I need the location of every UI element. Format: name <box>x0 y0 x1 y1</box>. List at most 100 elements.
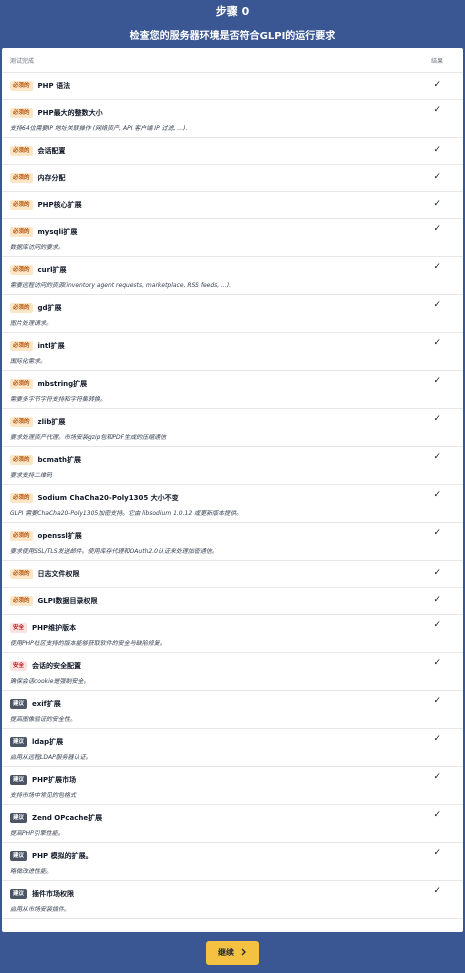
requirement-description: GLPI 需要ChaCha20-Poly1305加密支持。它由 libsodiu… <box>10 510 243 517</box>
footer: 继续 <box>0 932 465 973</box>
requirement-name: intl扩展 <box>37 342 65 350</box>
row-title: 必须的 openssl扩展 <box>10 523 455 543</box>
required-badge: 必须的 <box>10 200 33 210</box>
required-badge: 必须的 <box>10 596 33 606</box>
requirement-name: PHP 模拟的扩展。 <box>32 852 93 860</box>
security-badge: 安全 <box>10 623 28 633</box>
required-badge: 必须的 <box>10 227 33 237</box>
check-icon: ✓ <box>433 145 441 155</box>
check-icon: ✓ <box>433 886 441 896</box>
requirement-description: 提高PHP引擎性能。 <box>10 830 64 837</box>
check-icon: ✓ <box>433 620 441 630</box>
check-icon: ✓ <box>433 80 441 90</box>
check-icon: ✓ <box>433 338 441 348</box>
required-badge: 必须的 <box>10 493 33 503</box>
check-icon: ✓ <box>433 172 441 182</box>
requirement-description: 图片处理请求。 <box>10 320 53 327</box>
requirement-name: Zend OPcache扩展 <box>32 814 103 822</box>
requirement-description: 要求使用SSL/TLS发送邮件。使用库存代理和OAuth2.0认证来处理加密通信… <box>10 548 218 555</box>
row-title: 必须的 内存分配 <box>10 165 455 191</box>
requirement-name: openssl扩展 <box>37 532 82 540</box>
row-title: 建议 Zend OPcache扩展 <box>10 805 455 825</box>
check-icon: ✓ <box>433 595 441 605</box>
required-badge: 必须的 <box>10 108 33 118</box>
requirement-name: exif扩展 <box>32 700 61 708</box>
requirement-description: 需要多字节字符支持和字符集转换。 <box>10 396 107 403</box>
required-badge: 必须的 <box>10 417 33 427</box>
suggested-badge: 建议 <box>10 813 28 823</box>
table-row: 建议 exif扩展 提高图像验证的安全性。 ✓ <box>2 691 463 729</box>
check-icon: ✓ <box>433 568 441 578</box>
table-row: 必须的 intl扩展 国际化需求。 ✓ <box>2 333 463 371</box>
required-badge: 必须的 <box>10 341 33 351</box>
row-title: 安全 PHP维护版本 <box>10 615 455 635</box>
table-row: 必须的 openssl扩展要求使用SSL/TLS发送邮件。使用库存代理和OAuth… <box>2 523 463 561</box>
row-title: 必须的 PHP核心扩展 <box>10 192 455 218</box>
row-title: 建议 PHP 模拟的扩展。 <box>10 843 455 863</box>
requirement-name: 日志文件权限 <box>37 570 80 578</box>
table-row: 必须的 gd扩展 图片处理请求。 ✓ <box>2 295 463 333</box>
row-title: 建议 PHP扩展市场 <box>10 767 455 787</box>
table-row: 必须的 zlib扩展 要求处理资产代理。市场安装gzip包和PDF生成的压缩通信 ✓ <box>2 409 463 447</box>
column-header-result: 结果 <box>430 57 443 65</box>
row-title: 必须的 PHP 语法 <box>10 73 455 99</box>
requirement-description: 提高图像验证的安全性。 <box>10 716 77 723</box>
requirement-name: PHP扩展市场 <box>32 776 77 784</box>
check-icon: ✓ <box>433 262 441 272</box>
requirement-name: mysqli扩展 <box>37 228 78 236</box>
table-row: 必须的 PHP 语法 ✓ <box>2 73 463 100</box>
table-row: 建议 PHP 模拟的扩展。略微改进性能。 ✓ <box>2 843 463 881</box>
continue-button[interactable]: 继续 <box>206 940 259 965</box>
table-row: 必须的 Sodium ChaCha20-Poly1305 大小不变 GLPI 需要C… <box>2 485 463 523</box>
row-title: 必须的 intl扩展 <box>10 333 455 353</box>
requirement-name: zlib扩展 <box>37 418 66 426</box>
table-row: 建议 ldap扩展 启用从远程LDAP服务器认证。 ✓ <box>2 729 463 767</box>
requirement-description: 要求支持二维码 <box>10 472 53 479</box>
required-badge: 必须的 <box>10 379 33 389</box>
requirement-description: 确保会话cookie是强制安全。 <box>10 678 90 685</box>
required-badge: 必须的 <box>10 81 33 91</box>
required-badge: 必须的 <box>10 173 33 183</box>
check-icon: ✓ <box>433 105 441 115</box>
requirement-name: 插件市场权限 <box>32 890 75 898</box>
requirement-description: 支持市场中常见的包格式 <box>10 792 77 799</box>
check-icon: ✓ <box>433 414 441 424</box>
requirement-name: ldap扩展 <box>32 738 64 746</box>
requirement-name: 会话配置 <box>37 147 66 155</box>
table-row: 必须的 mbstring扩展 需要多字节字符支持和字符集转换。 ✓ <box>2 371 463 409</box>
row-title: 必须的 GLPI数据目录权限 <box>10 588 455 614</box>
row-title: 建议 ldap扩展 <box>10 729 455 749</box>
column-header-test: 测试完成 <box>10 57 35 65</box>
check-icon: ✓ <box>433 224 441 234</box>
requirement-description: 启用从市场安装插件。 <box>10 906 71 913</box>
requirement-name: GLPI数据目录权限 <box>37 597 98 605</box>
row-title: 必须的 bcmath扩展 <box>10 447 455 467</box>
requirement-name: bcmath扩展 <box>37 456 82 464</box>
check-icon: ✓ <box>433 658 441 668</box>
required-badge: 必须的 <box>10 531 33 541</box>
row-title: 必须的 zlib扩展 <box>10 409 455 429</box>
row-title: 必须的 mbstring扩展 <box>10 371 455 391</box>
check-icon: ✓ <box>433 490 441 500</box>
check-icon: ✓ <box>433 199 441 209</box>
table-header: 测试完成 结果 <box>2 48 463 73</box>
suggested-badge: 建议 <box>10 775 28 785</box>
table-row: 必须的 bcmath扩展要求支持二维码 ✓ <box>2 447 463 485</box>
check-icon: ✓ <box>433 528 441 538</box>
row-title: 必须的 会话配置 <box>10 138 455 164</box>
requirement-name: PHP维护版本 <box>32 624 77 632</box>
table-row: 必须的 内存分配 ✓ <box>2 165 463 192</box>
row-title: 建议 exif扩展 <box>10 691 455 711</box>
check-icon: ✓ <box>433 848 441 858</box>
row-title: 必须的 日志文件权限 <box>10 561 455 587</box>
table-row: 安全 PHP维护版本 使用PHP社区支持的版本能够获取软件的安全与缺陷修复。 ✓ <box>2 615 463 653</box>
continue-button-label: 继续 <box>218 948 234 957</box>
requirement-description: 略微改进性能。 <box>10 868 53 875</box>
row-title: 建议 插件市场权限 <box>10 881 455 901</box>
required-badge: 必须的 <box>10 303 33 313</box>
check-icon: ✓ <box>433 452 441 462</box>
row-title: 必须的 gd扩展 <box>10 295 455 315</box>
suggested-badge: 建议 <box>10 889 28 899</box>
table-row: 建议 PHP扩展市场 支持市场中常见的包格式 ✓ <box>2 767 463 805</box>
suggested-badge: 建议 <box>10 851 28 861</box>
